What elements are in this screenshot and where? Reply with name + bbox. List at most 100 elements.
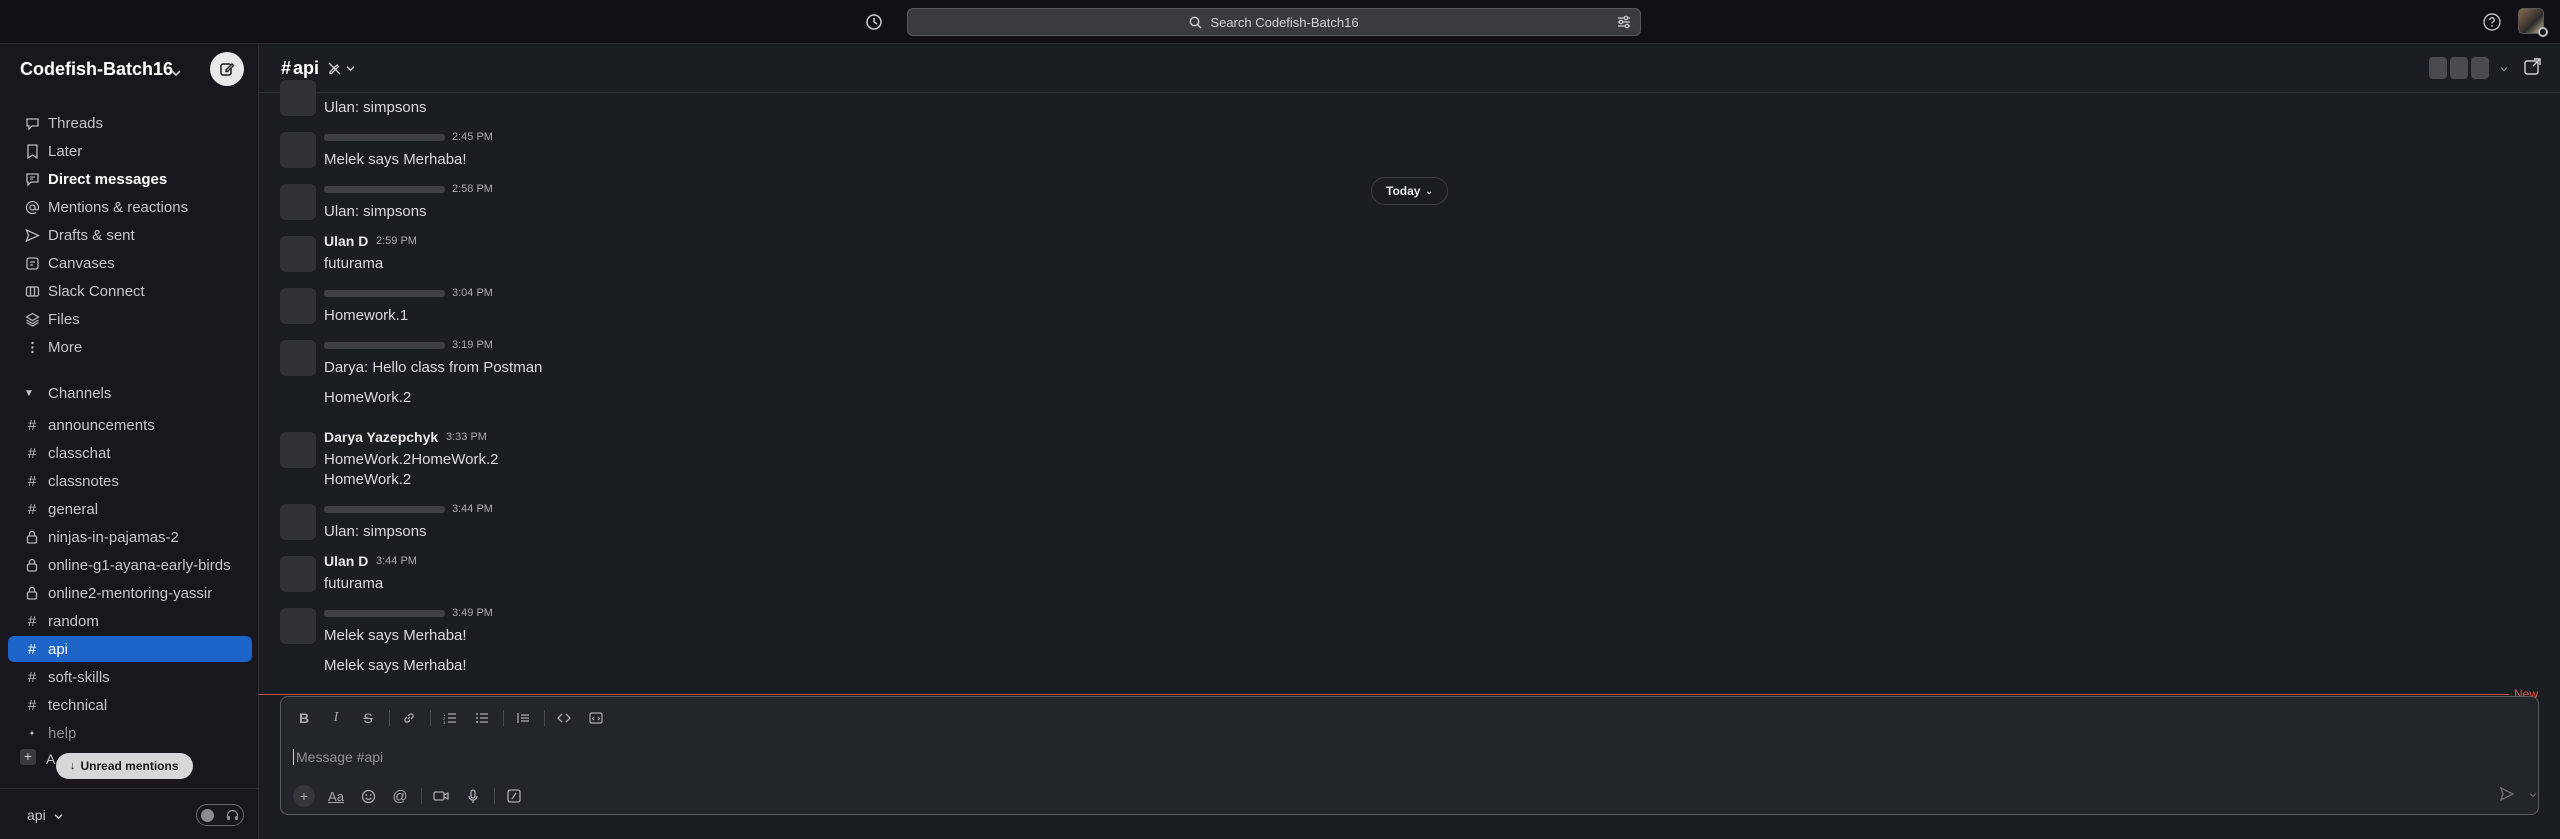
channel-item-online2-mentoring-yassir[interactable]: online2-mentoring-yassir — [8, 580, 252, 606]
message-avatar[interactable] — [280, 184, 316, 220]
channel-item-help[interactable]: ✦ help — [8, 720, 252, 746]
sidebar-item-mentions-reactions[interactable]: Mentions & reactions — [8, 194, 252, 220]
channel-item-label: online2-mentoring-yassir — [48, 584, 213, 602]
sidebar-item-canvases[interactable]: Canvases — [8, 250, 252, 276]
help-button[interactable] — [2482, 12, 2502, 32]
send-options-chevron-icon[interactable] — [2529, 785, 2537, 803]
workspace-header[interactable]: Codefish-Batch16 — [0, 44, 259, 94]
member-avatar — [2450, 57, 2468, 79]
blockquote-icon[interactable] — [512, 707, 534, 729]
italic-icon[interactable]: I — [325, 707, 347, 729]
message-author[interactable]: Ulan D — [324, 553, 368, 569]
sidebar-item-slack-connect[interactable]: Slack Connect — [8, 278, 252, 304]
attach-plus-icon[interactable]: + — [293, 785, 315, 807]
message-input[interactable]: Message #api — [293, 747, 2493, 767]
channel-item-online-g1-ayana-early-birds[interactable]: online-g1-ayana-early-birds — [8, 552, 252, 578]
slash-command-icon[interactable] — [503, 785, 525, 807]
toolbar-divider — [494, 788, 495, 804]
message-timestamp[interactable]: 2:59 PM — [376, 235, 417, 247]
channels-section-header[interactable]: ▼ Channels — [8, 381, 111, 405]
message-text: Darya: Hello class from Postman — [324, 359, 543, 376]
message-avatar[interactable] — [280, 432, 316, 468]
text-format-icon[interactable]: Aa — [325, 785, 347, 807]
ordered-list-icon[interactable]: 123 — [439, 707, 461, 729]
unread-mentions-button[interactable]: ↓ Unread mentions — [56, 753, 193, 779]
channel-item-technical[interactable]: # technical — [8, 692, 252, 718]
message-avatar[interactable] — [280, 80, 316, 116]
toolbar-divider — [544, 710, 545, 726]
message-avatar[interactable] — [280, 340, 316, 376]
huddle-channel-selector[interactable]: api — [27, 807, 63, 823]
message-timestamp[interactable]: 3:49 PM — [452, 607, 493, 619]
channel-item-ninjas-in-pajamas-2[interactable]: ninjas-in-pajamas-2 — [8, 524, 252, 550]
channel-item-classnotes[interactable]: # classnotes — [8, 468, 252, 494]
channel-item-classchat[interactable]: # classchat — [8, 440, 252, 466]
emoji-icon[interactable] — [357, 785, 379, 807]
channel-title[interactable]: # api — [281, 58, 355, 79]
sidebar-item-direct-messages[interactable]: Direct messages — [8, 166, 252, 192]
message-author[interactable]: Darya Yazepchyk — [324, 429, 438, 445]
message-avatar[interactable] — [280, 608, 316, 644]
add-channel-icon[interactable]: + — [20, 749, 36, 765]
history-button[interactable] — [862, 10, 886, 34]
sidebar-item-more[interactable]: More — [8, 334, 252, 360]
footer-channel-label: api — [27, 807, 46, 823]
strikethrough-icon[interactable]: S — [357, 707, 379, 729]
redacted-author-name — [324, 186, 445, 193]
channel-canvas-button[interactable] — [2522, 57, 2542, 82]
canvas-icon — [2524, 58, 2541, 75]
channel-item-api[interactable]: # api — [8, 636, 252, 662]
message-timestamp[interactable]: 3:33 PM — [446, 431, 487, 443]
message-avatar[interactable] — [280, 132, 316, 168]
channel-item-random[interactable]: # random — [8, 608, 252, 634]
message-avatar[interactable] — [280, 236, 316, 272]
sidebar-item-drafts-sent[interactable]: Drafts & sent — [8, 222, 252, 248]
message-avatar[interactable] — [280, 504, 316, 540]
arrow-down-icon: ↓ — [70, 760, 76, 772]
sidebar-item-threads[interactable]: Threads — [8, 110, 252, 136]
new-message-button[interactable] — [210, 52, 244, 86]
workspace-name[interactable]: Codefish-Batch16 — [20, 59, 173, 80]
message-avatar[interactable] — [280, 556, 316, 592]
date-divider-button[interactable]: Today ⌄ — [1371, 177, 1448, 205]
add-channels-label[interactable]: A — [46, 751, 55, 767]
help-icon — [2483, 13, 2501, 31]
code-icon[interactable] — [553, 707, 575, 729]
code-block-icon[interactable] — [585, 707, 607, 729]
search-bar[interactable]: Search Codefish-Batch16 — [907, 8, 1641, 36]
message-timestamp[interactable]: 3:19 PM — [452, 339, 493, 351]
sidebar-item-files[interactable]: Files — [8, 306, 252, 332]
microphone-icon[interactable] — [462, 785, 484, 807]
channel-item-announcements[interactable]: # announcements — [8, 412, 252, 438]
message-timestamp[interactable]: 2:58 PM — [452, 183, 493, 195]
sidebar: Codefish-Batch16 Threads Later Direct mess… — [0, 44, 259, 839]
bold-icon[interactable]: B — [293, 707, 315, 729]
video-clip-icon[interactable] — [430, 785, 452, 807]
hash-icon: # — [27, 444, 37, 462]
message-timestamp[interactable]: 3:44 PM — [452, 503, 493, 515]
hash-icon: # — [27, 416, 37, 434]
send-button[interactable] — [2499, 785, 2537, 803]
message-author[interactable]: Ulan D — [324, 233, 368, 249]
message-timestamp[interactable]: 3:44 PM — [376, 555, 417, 567]
toolbar-divider — [430, 710, 431, 726]
bulleted-list-icon[interactable] — [471, 707, 493, 729]
redacted-author-name — [324, 610, 445, 617]
channel-item-label: general — [48, 500, 99, 518]
huddle-toggle[interactable] — [196, 804, 244, 826]
message-avatar[interactable] — [280, 288, 316, 324]
channels-header-label: Channels — [48, 384, 112, 402]
channel-members-button[interactable] — [2429, 57, 2508, 79]
mention-icon[interactable]: @ — [389, 785, 411, 807]
channel-item-soft-skills[interactable]: # soft-skills — [8, 664, 252, 690]
message-text: Homework.1 — [324, 307, 409, 324]
message-timestamp[interactable]: 3:04 PM — [452, 287, 493, 299]
chevron-down-icon — [171, 64, 181, 82]
channel-item-general[interactable]: # general — [8, 496, 252, 522]
link-icon[interactable] — [398, 707, 420, 729]
channel-item-label: help — [48, 724, 77, 742]
message-timestamp[interactable]: 2:45 PM — [452, 131, 493, 143]
channel-item-label: api — [48, 640, 69, 658]
sidebar-item-later[interactable]: Later — [8, 138, 252, 164]
search-filter-icon[interactable] — [1616, 14, 1632, 30]
